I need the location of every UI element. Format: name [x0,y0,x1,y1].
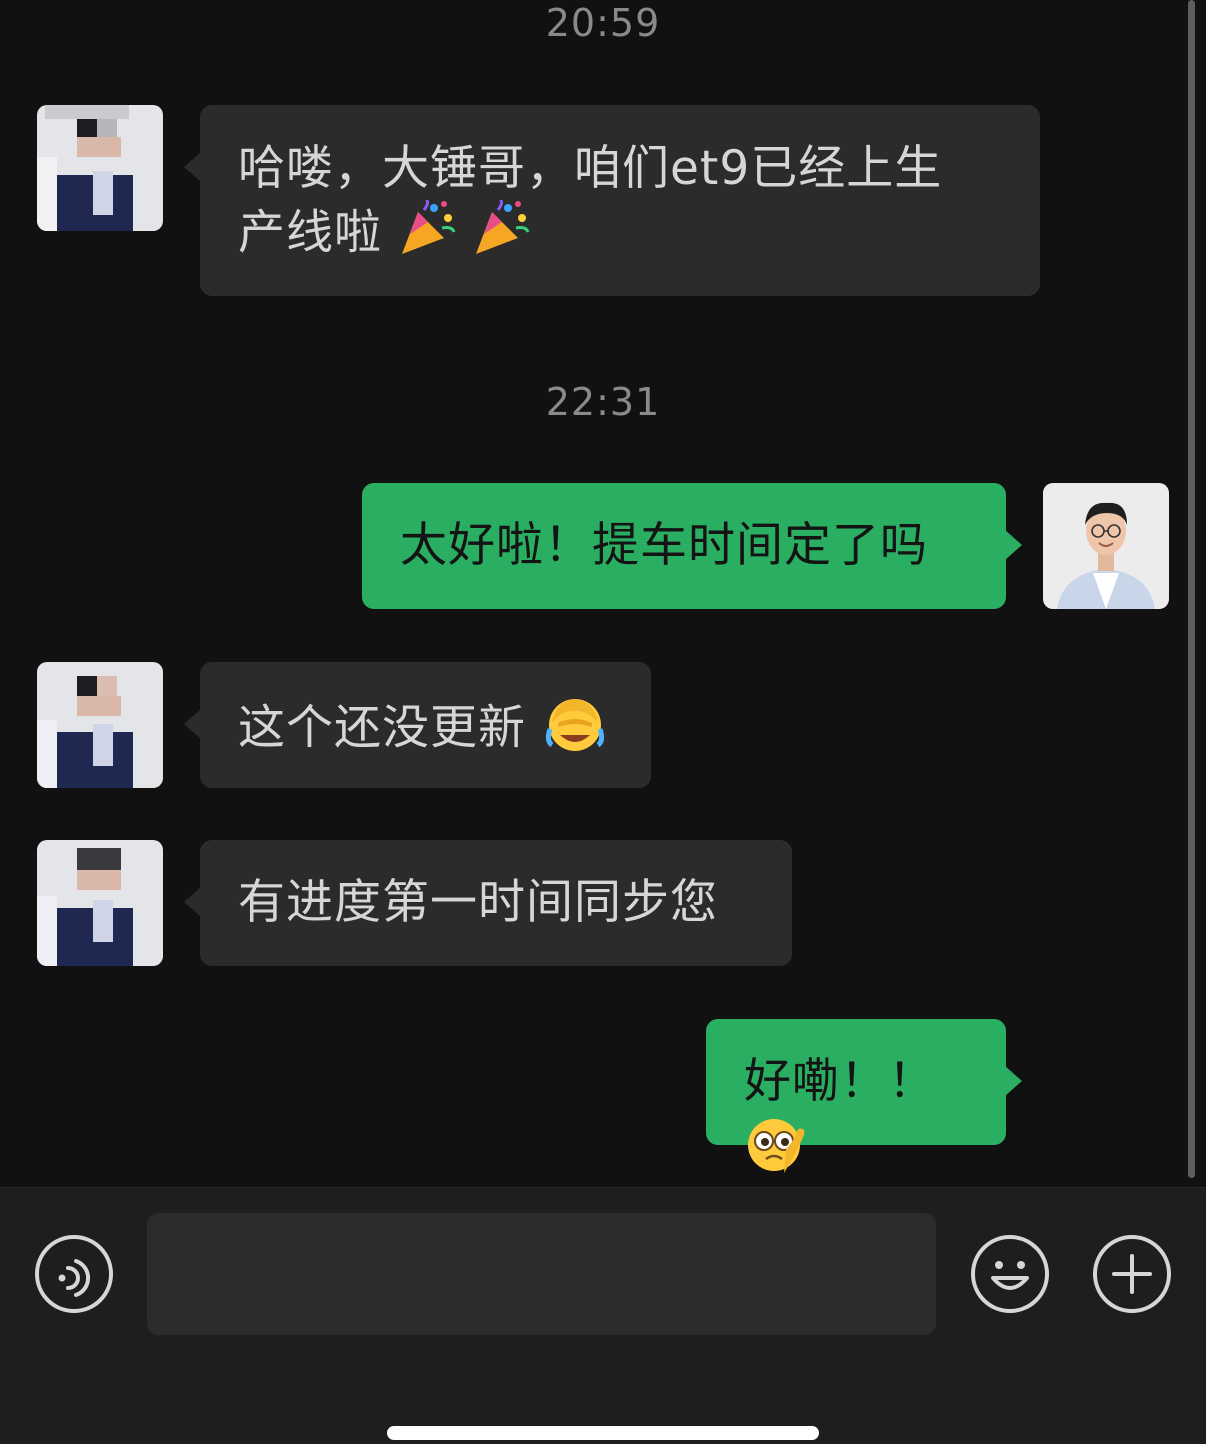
my-avatar[interactable] [1043,483,1169,609]
message-text: 太好啦！提车时间定了吗 [400,518,928,573]
bubble-tail [184,887,201,917]
message-text: 好嘞！！ [744,1054,936,1109]
timestamp: 20:59 [545,1,661,45]
bubble-tail [184,709,201,739]
message-text: 有进度第一时间同步您 [238,875,718,930]
message-text: 这个还没更新 [238,700,526,756]
message-input[interactable] [147,1213,936,1335]
message-bubble-outgoing[interactable]: 太好啦！提车时间定了吗 [362,483,1022,609]
facepalm-tears-icon [542,693,608,769]
message-bubble-outgoing[interactable]: 好嘞！！ [706,1019,1022,1173]
contact-avatar[interactable] [37,662,163,788]
voice-icon[interactable] [34,1234,114,1314]
message-text: 哈喽，大锤哥，咱们et9已经上生 [238,141,943,196]
party-popper-icon [472,198,530,272]
bubble-tail [1005,1066,1022,1096]
message-bubble-incoming[interactable]: 这个还没更新 [184,662,651,788]
message-text-line2: 产线啦 [238,198,1002,272]
home-indicator[interactable] [387,1426,819,1440]
message-text-cont: 产线啦 [238,205,382,261]
timestamp: 22:31 [545,380,661,424]
party-popper-icon [398,198,456,272]
contact-avatar[interactable] [37,840,163,966]
chat-area[interactable]: 20:59 哈喽，大锤哥，咱们et9已经上生 产线啦 22:31 太好啦！提车时… [0,0,1206,1187]
salute-thinking-face-icon [744,1113,806,1187]
message-bubble-incoming[interactable]: 哈喽，大锤哥，咱们et9已经上生 产线啦 [184,105,1040,296]
plus-icon[interactable] [1092,1234,1172,1314]
contact-avatar[interactable] [37,105,163,231]
input-bar [0,1187,1206,1444]
bubble-tail [184,152,201,182]
bubble-tail [1005,530,1022,560]
message-bubble-incoming[interactable]: 有进度第一时间同步您 [184,840,792,966]
smiley-icon[interactable] [970,1234,1050,1314]
scrollbar[interactable] [1188,0,1195,1178]
